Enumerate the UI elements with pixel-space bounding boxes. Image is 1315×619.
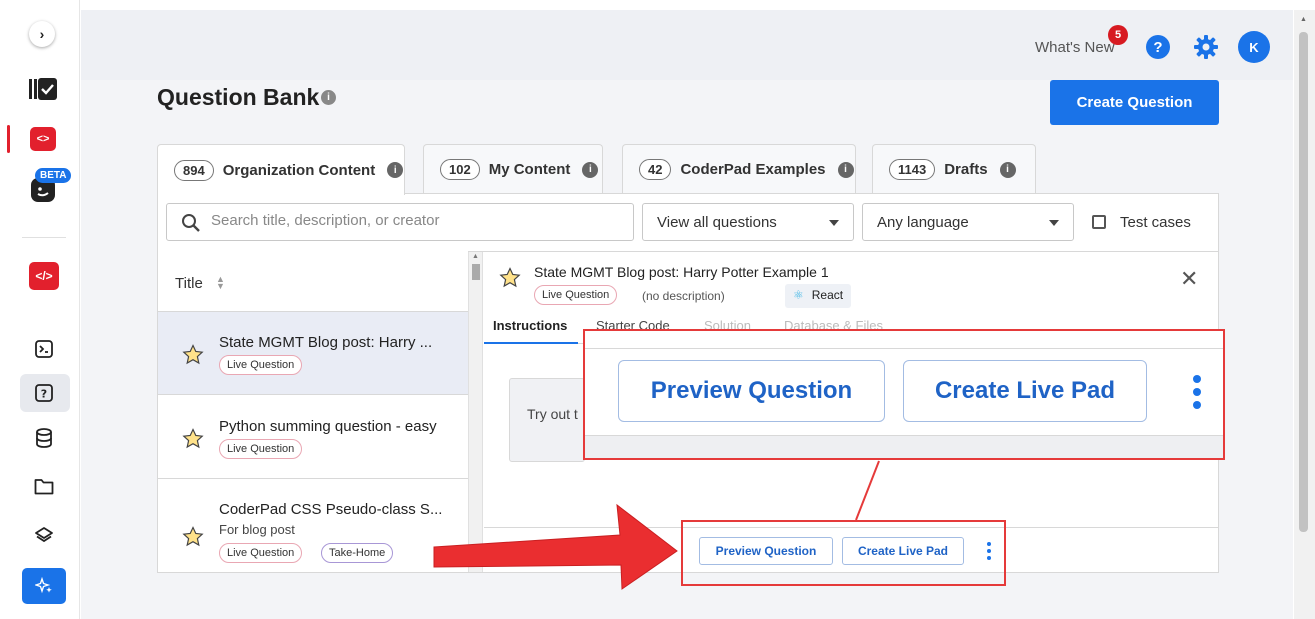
tab-drafts[interactable]: 1143 Drafts i — [872, 144, 1036, 194]
page-title: Question Bank — [157, 84, 320, 110]
info-icon[interactable]: i — [582, 161, 599, 178]
sort-icon[interactable]: ▲ ▼ — [216, 275, 225, 291]
sidebar: › <> BETA </> ? — [0, 0, 80, 619]
react-icon: ⚛ — [793, 288, 804, 302]
language-filter-select[interactable]: Any language — [862, 203, 1074, 241]
select-value: Any language — [877, 214, 969, 231]
questions-filter-select[interactable]: View all questions — [642, 203, 854, 241]
list-item-title: State MGMT Blog post: Harry ... — [219, 334, 433, 351]
tab-count: 1143 — [889, 159, 936, 180]
title-column-header[interactable]: Title — [175, 275, 203, 292]
list-item-title: Python summing question - easy — [219, 418, 437, 435]
code-icon[interactable]: <> — [30, 127, 56, 151]
star-icon[interactable] — [182, 428, 204, 449]
language-label: React — [811, 288, 844, 302]
list-item[interactable]: Python summing question - easy Live Ques… — [158, 396, 468, 479]
info-icon[interactable]: i — [999, 161, 1016, 178]
question-bank-icon[interactable]: ? — [35, 384, 53, 402]
list-item[interactable]: State MGMT Blog post: Harry ... Live Que… — [158, 312, 468, 395]
divider — [585, 348, 1223, 349]
create-question-button[interactable]: Create Question — [1050, 80, 1219, 125]
detail-description: (no description) — [642, 289, 725, 303]
active-indicator — [7, 125, 10, 153]
list-item[interactable]: CoderPad CSS Pseudo-class S... For blog … — [158, 480, 468, 572]
tasks-icon[interactable] — [29, 77, 57, 101]
tab-organization-content[interactable]: 894 Organization Content i — [157, 144, 405, 195]
ai-sparkle-icon[interactable] — [22, 568, 66, 604]
list-scrollbar[interactable]: ▲ — [468, 252, 483, 572]
tab-count: 42 — [639, 159, 672, 180]
tab-my-content[interactable]: 102 My Content i — [423, 144, 603, 194]
caret-down-icon — [1049, 220, 1059, 226]
tag-badge: Take-Home — [321, 543, 394, 563]
svg-text:?: ? — [41, 388, 47, 401]
tab-label: My Content — [488, 161, 571, 178]
detail-title: State MGMT Blog post: Harry Potter Examp… — [534, 264, 829, 280]
test-cases-checkbox[interactable] — [1092, 215, 1106, 229]
tab-count: 102 — [440, 159, 480, 180]
tag-badge: Live Question — [219, 439, 303, 459]
language-badge: ⚛ React — [785, 284, 852, 308]
caret-down-icon — [829, 220, 839, 226]
highlight-box — [681, 520, 1006, 586]
instructions-text: Try out t — [527, 406, 578, 422]
beta-badge: BETA — [35, 168, 72, 183]
zoom-footer-strip — [585, 435, 1223, 458]
gear-icon[interactable] — [1193, 34, 1219, 65]
terminal-icon[interactable] — [35, 340, 53, 358]
tag-badge: Live Question — [219, 355, 303, 375]
search-input[interactable] — [211, 212, 611, 229]
list-item-description: For blog post — [219, 522, 295, 537]
search-icon — [182, 214, 200, 232]
more-options-icon-zoomed[interactable] — [1192, 375, 1202, 409]
tab-count: 894 — [174, 159, 214, 181]
preview-question-button-zoomed[interactable]: Preview Question — [618, 360, 885, 422]
list-header[interactable]: Title ▲ ▼ — [158, 251, 468, 312]
select-value: View all questions — [657, 214, 777, 231]
tab-label: Organization Content — [222, 161, 376, 179]
star-icon[interactable] — [182, 526, 204, 547]
tab-coderpad-examples[interactable]: 42 CoderPad Examples i — [622, 144, 856, 194]
close-icon[interactable]: ✕ — [1180, 266, 1198, 292]
info-icon[interactable]: i — [321, 90, 336, 105]
zoom-callout: Preview Question Create Live Pad — [583, 329, 1225, 460]
create-live-pad-button-zoomed[interactable]: Create Live Pad — [903, 360, 1147, 422]
avatar[interactable]: K — [1238, 31, 1270, 63]
page-scrollbar[interactable]: ▲ — [1294, 10, 1315, 619]
info-icon[interactable]: i — [387, 162, 404, 178]
test-cases-label: Test cases — [1120, 214, 1191, 231]
tag-badge: Live Question — [534, 285, 618, 305]
notification-badge: 5 — [1108, 25, 1128, 45]
layers-icon[interactable] — [34, 526, 54, 544]
star-icon[interactable] — [499, 267, 521, 288]
search-box[interactable] — [166, 203, 634, 241]
active-tab-underline — [484, 342, 578, 344]
expand-sidebar-button[interactable]: › — [29, 21, 55, 47]
whats-new-link[interactable]: What's New — [1035, 39, 1115, 56]
tab-instructions[interactable]: Instructions — [493, 318, 567, 333]
database-icon[interactable] — [35, 428, 53, 448]
star-icon[interactable] — [182, 344, 204, 365]
question-list: Title ▲ ▼ State MGMT Blog post: Harry ...… — [158, 251, 468, 572]
coderpad-logo-icon[interactable]: </> — [29, 262, 59, 290]
list-item-title: CoderPad CSS Pseudo-class S... — [219, 501, 443, 518]
tag-badge: Live Question — [219, 543, 303, 563]
help-icon[interactable]: ? — [1146, 35, 1170, 59]
info-icon[interactable]: i — [837, 161, 854, 178]
folder-icon[interactable] — [34, 478, 54, 495]
tab-label: Drafts — [944, 161, 988, 178]
sidebar-divider — [22, 237, 66, 238]
tab-label: CoderPad Examples — [680, 161, 826, 178]
